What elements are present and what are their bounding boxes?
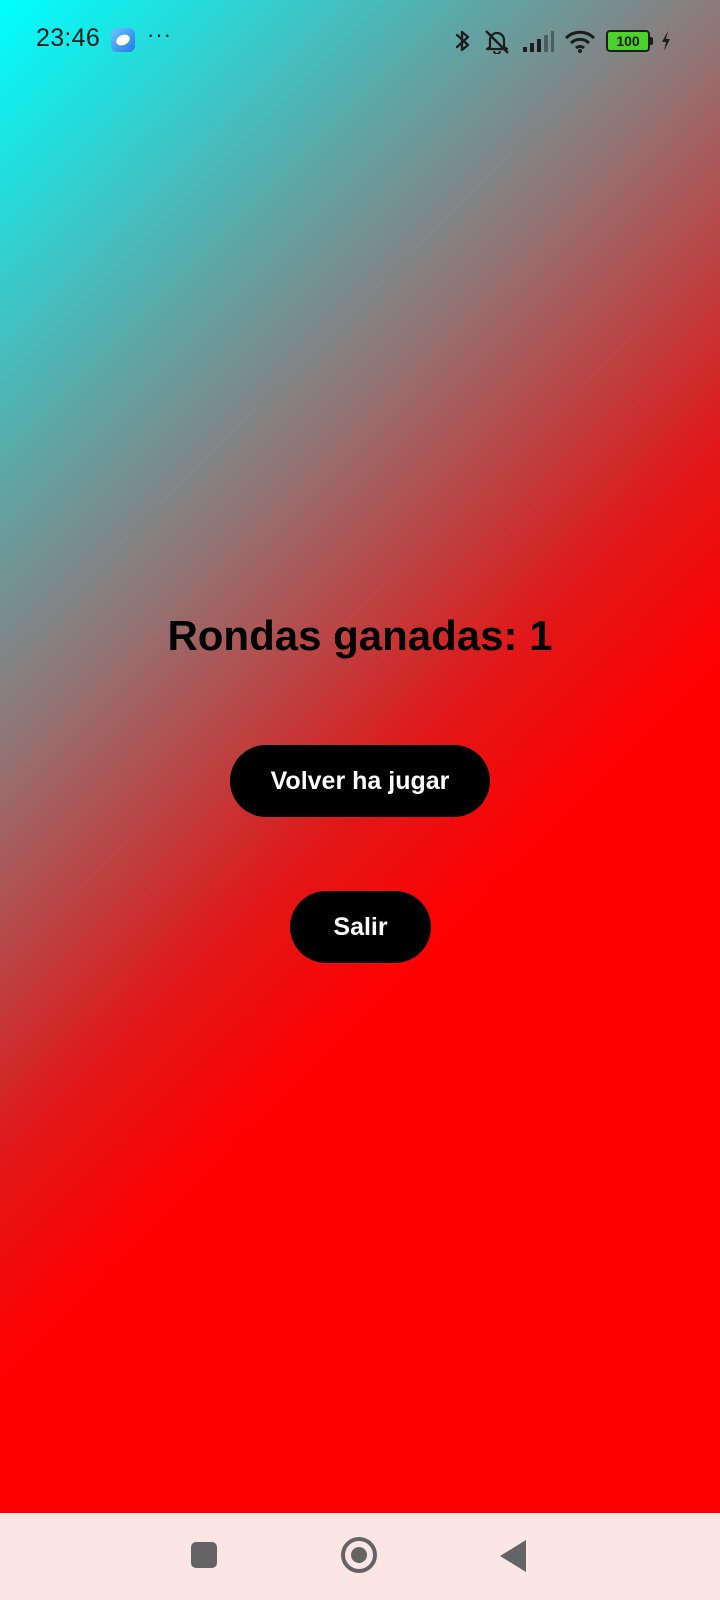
back-icon[interactable]	[500, 1540, 526, 1572]
home-icon[interactable]	[341, 1537, 377, 1573]
exit-button[interactable]: Salir	[290, 891, 431, 963]
status-bar: 23:46 ··· 100	[0, 0, 720, 80]
battery-level: 100	[616, 33, 640, 49]
vibrate-off-icon	[482, 28, 512, 54]
app-notification-icon	[111, 28, 135, 52]
signal-icon	[522, 29, 554, 53]
battery-icon: 100	[606, 30, 653, 52]
navigation-bar	[0, 1513, 720, 1600]
play-again-button[interactable]: Volver ha jugar	[230, 745, 490, 817]
more-icon: ···	[147, 22, 172, 47]
wifi-icon	[564, 29, 596, 53]
status-time: 23:46	[36, 24, 101, 52]
bluetooth-icon	[454, 28, 472, 54]
recents-icon[interactable]	[191, 1542, 217, 1568]
rounds-won-label: Rondas ganadas: 1	[167, 612, 553, 659]
charging-icon	[660, 30, 672, 52]
app-screen: 23:46 ··· 100 Rondas ganadas: 1 Volver h…	[0, 0, 720, 1513]
system-icons: 100	[454, 24, 672, 58]
